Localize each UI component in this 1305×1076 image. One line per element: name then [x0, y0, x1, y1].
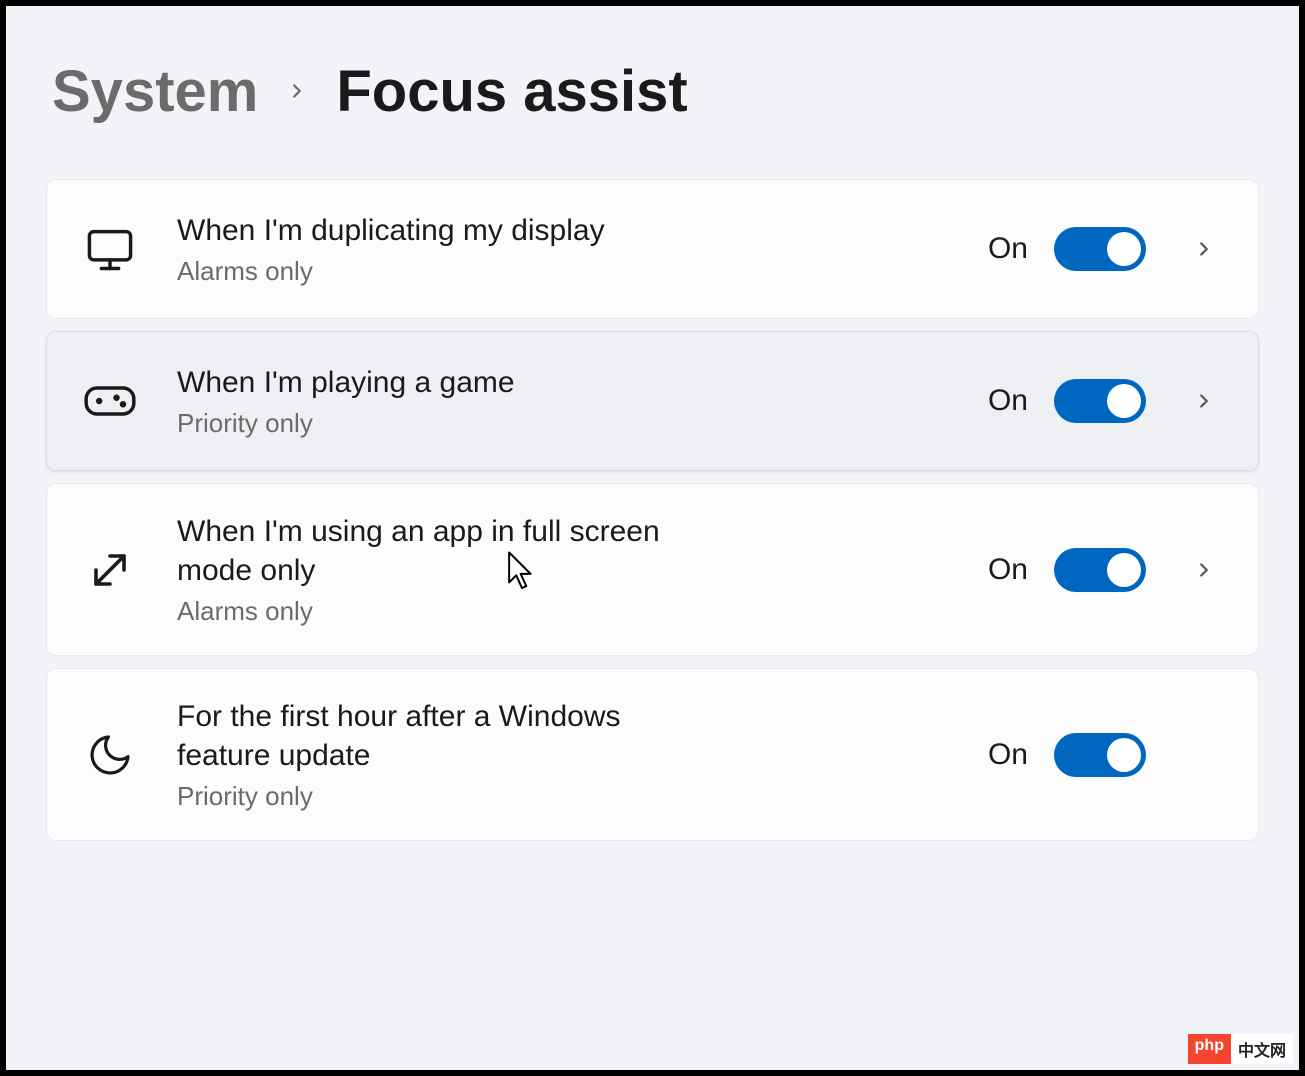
setting-controls: On [988, 548, 1224, 592]
toggle-switch[interactable] [1054, 548, 1146, 592]
setting-title: For the first hour after a Windows featu… [177, 697, 697, 775]
toggle-switch[interactable] [1054, 227, 1146, 271]
setting-text: When I'm playing a game Priority only [177, 363, 697, 439]
watermark-right: 中文网 [1231, 1034, 1293, 1064]
expand-chevron-icon[interactable] [1184, 559, 1224, 581]
expand-chevron-icon[interactable] [1184, 238, 1224, 260]
watermark-left: php [1188, 1034, 1231, 1064]
settings-window: System Focus assist When I'm duplicating… [6, 6, 1299, 1070]
setting-title: When I'm using an app in full screen mod… [177, 512, 697, 590]
toggle-switch[interactable] [1054, 733, 1146, 777]
setting-controls: On [988, 733, 1224, 777]
setting-text: When I'm using an app in full screen mod… [177, 512, 697, 627]
toggle-status-label: On [988, 553, 1028, 587]
monitor-icon [81, 223, 139, 275]
setting-row-after-update[interactable]: For the first hour after a Windows featu… [46, 668, 1259, 841]
setting-controls: On [988, 227, 1224, 271]
breadcrumb-parent[interactable]: System [52, 58, 258, 125]
setting-subtitle: Alarms only [177, 256, 697, 287]
fullscreen-arrow-icon [81, 546, 139, 594]
chevron-right-icon [286, 74, 308, 117]
setting-text: For the first hour after a Windows featu… [177, 697, 697, 812]
watermark: php 中文网 [1188, 1034, 1293, 1064]
expand-chevron-icon[interactable] [1184, 390, 1224, 412]
settings-list: When I'm duplicating my display Alarms o… [46, 179, 1259, 841]
page-title: Focus assist [336, 58, 687, 125]
gamepad-icon [81, 383, 139, 419]
setting-subtitle: Priority only [177, 408, 697, 439]
toggle-status-label: On [988, 384, 1028, 418]
breadcrumb: System Focus assist [52, 58, 1259, 125]
setting-row-playing-game[interactable]: When I'm playing a game Priority only On [46, 331, 1259, 471]
setting-row-fullscreen-app[interactable]: When I'm using an app in full screen mod… [46, 483, 1259, 656]
setting-title: When I'm duplicating my display [177, 211, 697, 250]
setting-title: When I'm playing a game [177, 363, 697, 402]
setting-subtitle: Alarms only [177, 596, 697, 627]
toggle-status-label: On [988, 738, 1028, 772]
setting-controls: On [988, 379, 1224, 423]
toggle-status-label: On [988, 232, 1028, 266]
moon-icon [81, 731, 139, 779]
setting-row-duplicating-display[interactable]: When I'm duplicating my display Alarms o… [46, 179, 1259, 319]
setting-text: When I'm duplicating my display Alarms o… [177, 211, 697, 287]
setting-subtitle: Priority only [177, 781, 697, 812]
toggle-switch[interactable] [1054, 379, 1146, 423]
